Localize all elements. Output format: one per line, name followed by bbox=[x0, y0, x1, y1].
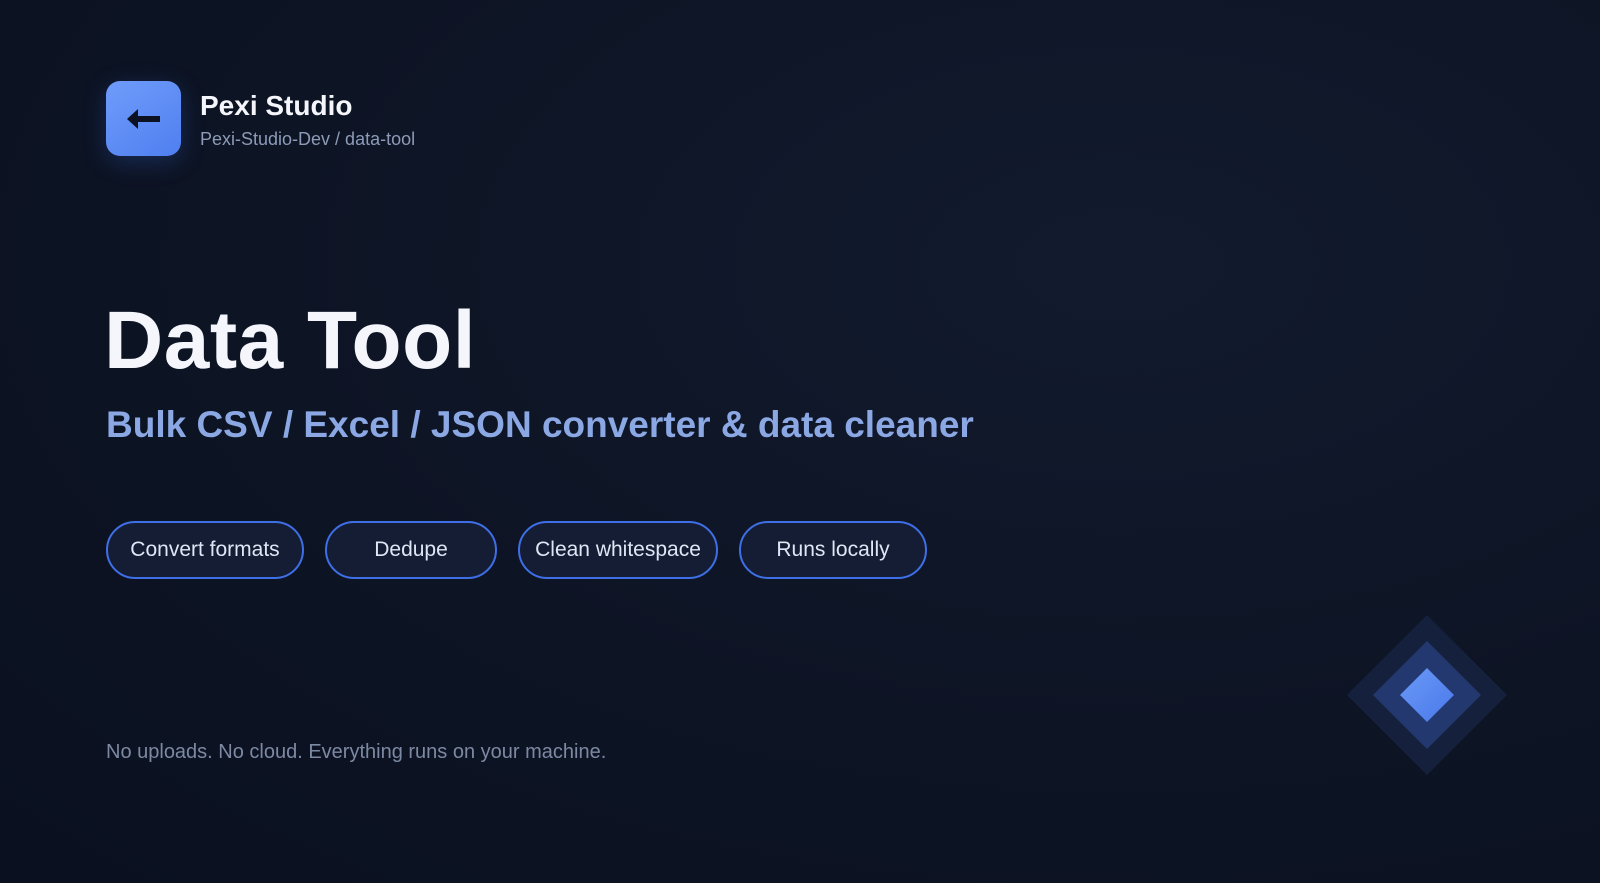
page-title: Data Tool bbox=[104, 295, 476, 386]
feature-pill-dedupe: Dedupe bbox=[325, 521, 497, 579]
brand-header: Pexi Studio Pexi-Studio-Dev / data-tool bbox=[106, 81, 415, 156]
repo-path: Pexi-Studio-Dev / data-tool bbox=[200, 128, 416, 149]
brand-name: Pexi Studio bbox=[200, 89, 353, 121]
privacy-note: No uploads. No cloud. Everything runs on… bbox=[106, 741, 607, 763]
brand-block: Pexi Studio Pexi-Studio-Dev / data-tool bbox=[200, 90, 415, 148]
feature-pill-convert-formats: Convert formats bbox=[106, 521, 304, 579]
feature-pills: Convert formats Dedupe Clean whitespace … bbox=[106, 521, 948, 579]
left-arrow-icon bbox=[126, 108, 160, 129]
feature-pill-clean-whitespace: Clean whitespace bbox=[518, 521, 718, 579]
layered-diamond-icon bbox=[1347, 615, 1507, 775]
page-subtitle: Bulk CSV / Excel / JSON converter & data… bbox=[106, 404, 974, 445]
feature-pill-runs-locally: Runs locally bbox=[739, 521, 927, 579]
logo-badge[interactable] bbox=[106, 81, 181, 156]
